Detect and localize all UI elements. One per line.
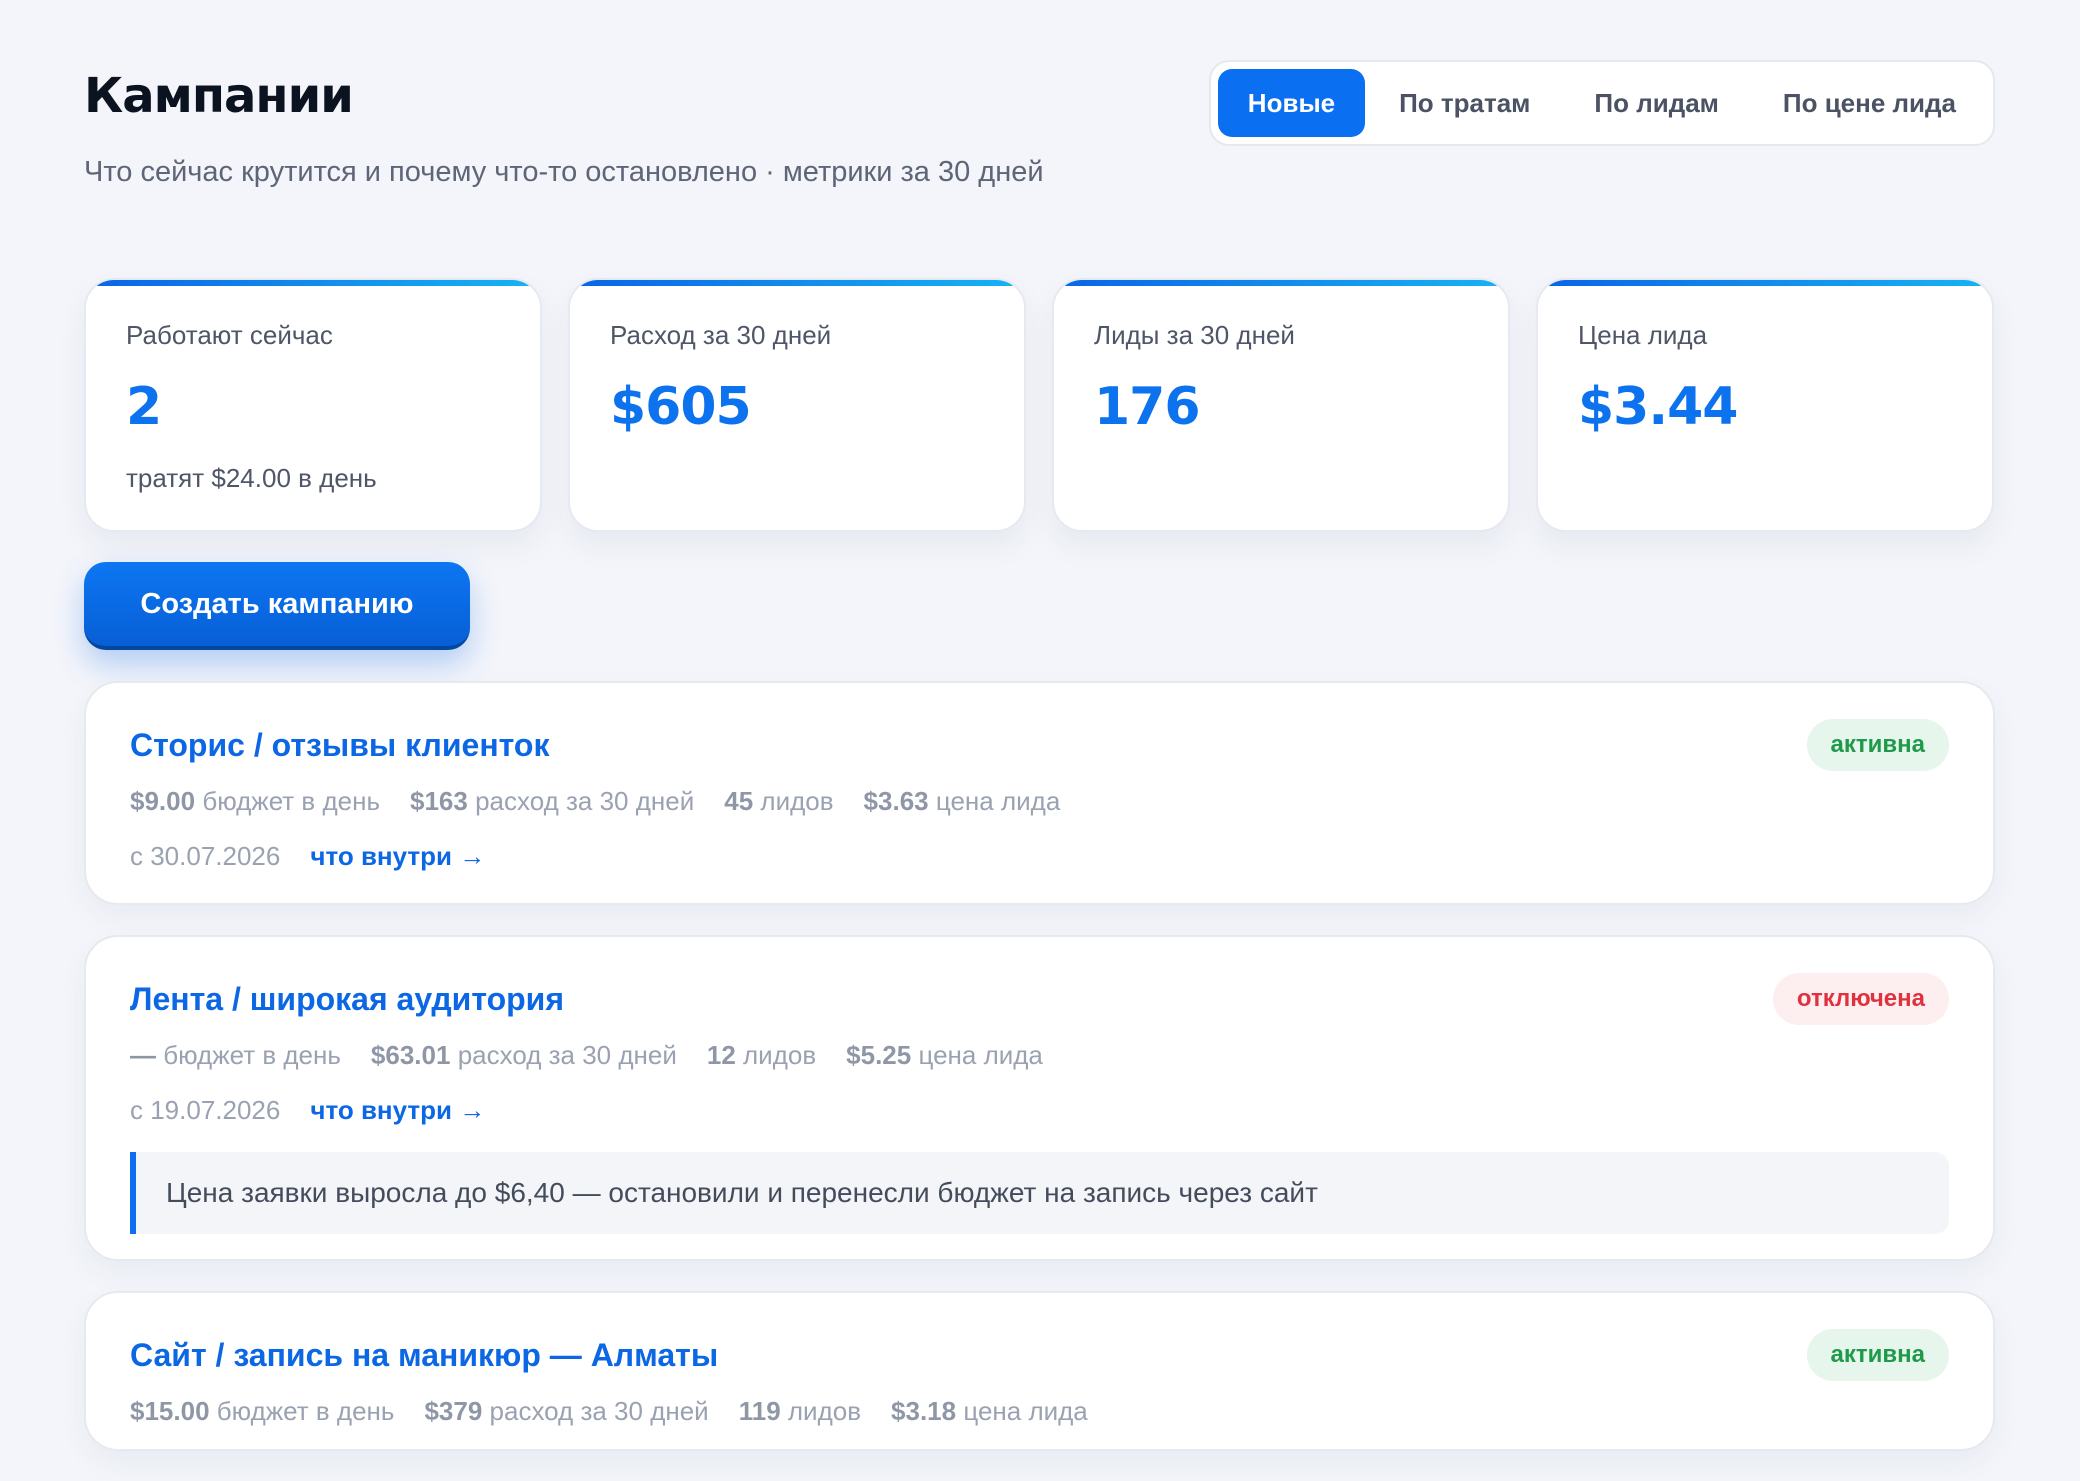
metric-value: 45 [724,786,754,816]
stat-value: 2 [126,377,162,437]
sort-tab-new[interactable]: Новые [1217,69,1366,137]
campaign-name[interactable]: Лента / широкая аудитория [130,981,1949,1018]
stat-label: Цена лида [1578,320,1708,350]
stat-card-leads: Лиды за 30 дней 176 [1052,278,1510,532]
stat-value: $605 [610,377,752,437]
metric-label: лидов [760,786,834,816]
page-title: Кампании [84,68,354,124]
metric-budget: $9.00 бюджет в день [130,786,380,817]
status-badge: активна [1806,1329,1949,1381]
metric-value: $9.00 [130,786,196,816]
metric-budget: — бюджет в день [130,1040,341,1071]
metric-label: бюджет в день [216,1396,395,1426]
stats-row: Работают сейчас 2 тратят $24.00 в день Р… [84,278,1995,532]
campaign-list: Сторис / отзывы клиенток активна $9.00 б… [84,681,1995,1481]
metric-value: 119 [738,1396,781,1426]
stat-value: $3.44 [1578,377,1738,437]
metric-budget: $15.00 бюджет в день [130,1396,394,1427]
stat-label: Работают сейчас [126,320,333,350]
campaign-meta: с 30.07.2026 что внутри → [130,841,1949,872]
metric-label: лидов [743,1040,817,1070]
metric-label: бюджет в день [202,786,380,816]
campaign-name[interactable]: Сторис / отзывы клиенток [130,727,1949,764]
stat-value: 176 [1094,377,1201,437]
campaign-name[interactable]: Сайт / запись на маникюр — Алматы [130,1337,1949,1374]
sort-tabs: Новые По тратам По лидам По цене лида [1208,60,1995,146]
create-campaign-button[interactable]: Создать кампанию [84,562,470,650]
metric-value: $15.00 [130,1396,210,1426]
campaign-metrics: — бюджет в день $63.01 расход за 30 дней… [130,1040,1949,1071]
metric-value: $63.01 [370,1040,451,1070]
metric-leads: 12 лидов [707,1040,816,1071]
metric-value: — [130,1040,156,1070]
sort-tab-lead-price[interactable]: По цене лида [1753,69,1986,137]
campaign-card: Сторис / отзывы клиенток активна $9.00 б… [84,681,1995,905]
details-link[interactable]: что внутри → [310,1095,485,1126]
metric-label: цена лида [963,1396,1088,1426]
stat-card-lead-price: Цена лида $3.44 [1536,278,1994,532]
stat-card-spend: Расход за 30 дней $605 [568,278,1026,532]
metric-spend: $379 расход за 30 дней [424,1396,708,1427]
campaign-card: Лента / широкая аудитория отключена — бю… [84,935,1995,1261]
metric-label: расход за 30 дней [489,1396,709,1426]
metric-lead-price: $5.25 цена лида [846,1040,1043,1071]
stat-label: Лиды за 30 дней [1094,320,1295,350]
metric-spend: $63.01 расход за 30 дней [371,1040,677,1071]
campaign-card: Сайт / запись на маникюр — Алматы активн… [84,1291,1995,1451]
stat-label: Расход за 30 дней [610,320,832,350]
status-badge: активна [1806,719,1949,771]
metric-leads: 45 лидов [724,786,833,817]
metric-label: расход за 30 дней [475,786,695,816]
stat-subtext: тратят $24.00 в день [126,463,377,493]
page-header: Кампании Что сейчас крутится и почему чт… [84,0,1995,220]
metric-label: расход за 30 дней [457,1040,677,1070]
metric-label: бюджет в день [163,1040,341,1070]
since-date: с 19.07.2026 [130,1095,281,1125]
metric-lead-price: $3.63 цена лида [864,786,1061,817]
sort-tab-leads[interactable]: По лидам [1564,69,1749,137]
metric-value: $5.25 [846,1040,912,1070]
metric-label: цена лида [935,786,1061,816]
metric-label: цена лида [918,1040,1043,1070]
since-date: с 30.07.2026 [130,841,281,871]
metric-value: $3.63 [863,786,929,816]
status-badge: отключена [1772,973,1949,1025]
campaign-metrics: $9.00 бюджет в день $163 расход за 30 дн… [130,786,1949,817]
page-subtitle: Что сейчас крутится и почему что-то оста… [84,156,1044,188]
metric-value: $163 [410,786,468,816]
metric-label: лидов [787,1396,862,1426]
metric-leads: 119 лидов [739,1396,861,1427]
campaign-metrics: $15.00 бюджет в день $379 расход за 30 д… [130,1396,1949,1427]
metric-value: 12 [706,1040,736,1070]
metric-value: $3.18 [891,1396,957,1426]
metric-value: $379 [424,1396,483,1426]
metric-lead-price: $3.18 цена лида [891,1396,1088,1427]
campaign-note: Цена заявки выросла до $6,40 — остановил… [130,1152,1949,1234]
campaign-meta: с 19.07.2026 что внутри → [130,1095,1949,1126]
stat-card-running: Работают сейчас 2 тратят $24.00 в день [84,278,542,532]
sort-tab-spend[interactable]: По тратам [1369,69,1560,137]
details-link[interactable]: что внутри → [310,841,485,872]
metric-spend: $163 расход за 30 дней [410,786,694,817]
campaigns-page: Кампании Что сейчас крутится и почему чт… [84,0,1995,1451]
